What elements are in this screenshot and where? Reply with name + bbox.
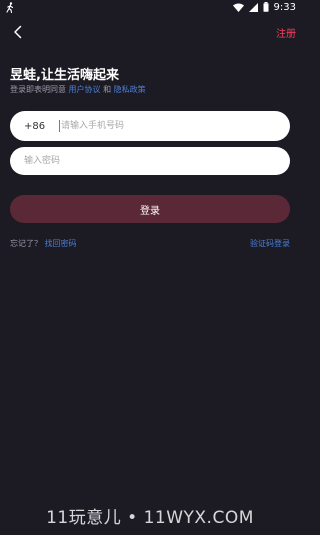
- agreement-prefix: 登录即表明同意: [10, 85, 66, 94]
- status-bar: 9:33: [0, 0, 300, 14]
- status-left: [5, 1, 15, 13]
- agreement-notice: 登录即表明同意 用户协议 和 隐私政策: [10, 84, 146, 95]
- back-button[interactable]: [8, 23, 28, 43]
- watermark: 11玩意儿 • 11WYX.COM: [46, 508, 254, 528]
- signal-icon: [248, 2, 258, 12]
- country-code-selector[interactable]: +86: [24, 121, 56, 132]
- status-right: 9:33: [232, 1, 296, 13]
- forgot-question: 忘记了？: [10, 239, 42, 248]
- page-title: 昱蛙,让生活嗨起来: [10, 68, 119, 83]
- user-agreement-link[interactable]: 用户协议: [69, 85, 101, 94]
- password-field[interactable]: [10, 147, 290, 175]
- nav-bar: 注册: [0, 22, 300, 44]
- password-input[interactable]: [24, 147, 290, 175]
- forgot-password-row: 忘记了？ 找回密码: [10, 238, 77, 249]
- sms-login-link[interactable]: 验证码登录: [250, 238, 290, 249]
- status-time: 9:33: [273, 1, 296, 13]
- phone-input[interactable]: [60, 111, 290, 141]
- find-password-link[interactable]: 找回密码: [45, 239, 77, 248]
- agreement-and: 和: [103, 85, 112, 94]
- privacy-policy-link[interactable]: 隐私政策: [114, 85, 146, 94]
- walking-figure-icon: [5, 1, 15, 13]
- wifi-icon: [232, 3, 244, 12]
- register-link[interactable]: 注册: [276, 25, 296, 40]
- chevron-left-icon: [13, 24, 23, 43]
- battery-icon: [263, 2, 269, 12]
- phone-field[interactable]: +86: [10, 111, 290, 141]
- login-button[interactable]: 登录: [10, 195, 290, 223]
